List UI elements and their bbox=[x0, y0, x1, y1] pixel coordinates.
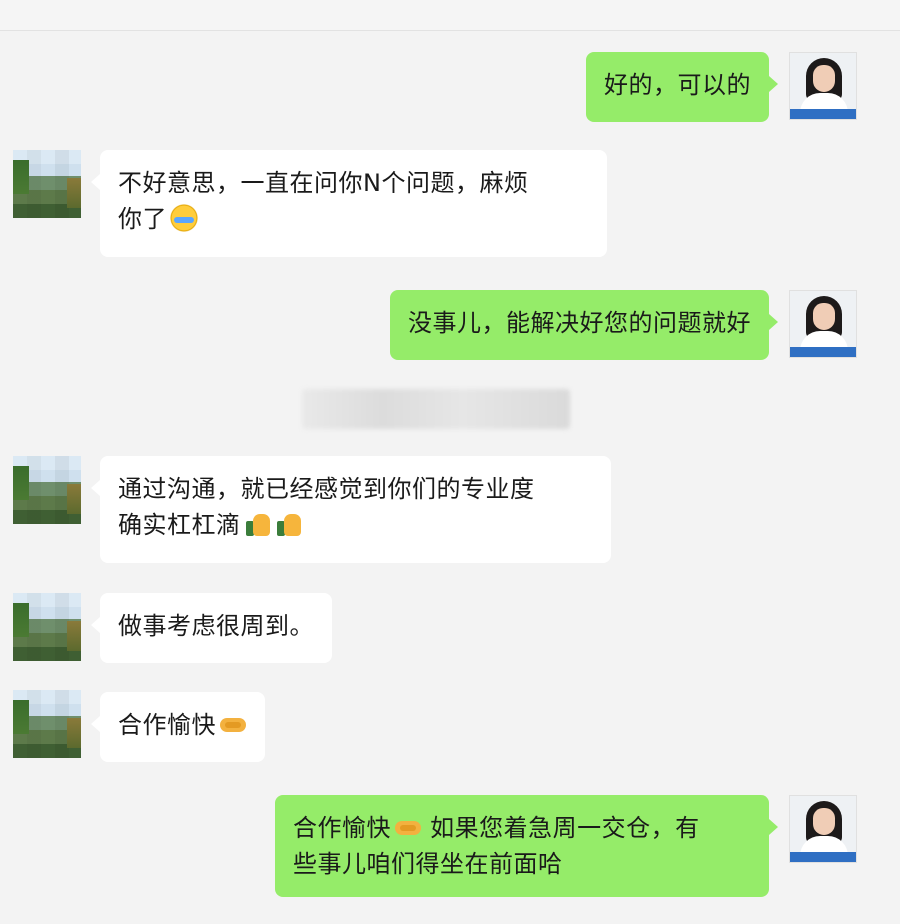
message-text: 好的，可以的 bbox=[604, 71, 751, 99]
message-bubble-incoming[interactable]: 合作愉快 bbox=[91, 692, 265, 762]
message-text-line: 些事儿咱们得坐在前面哈 bbox=[293, 850, 563, 878]
message-text: 没事儿，能解决好您的问题就好 bbox=[408, 309, 751, 337]
top-divider bbox=[0, 30, 900, 31]
message-text: 合作愉快 bbox=[118, 711, 216, 739]
thumbs-up-icon bbox=[275, 510, 303, 538]
handshake-icon bbox=[394, 813, 422, 841]
message-bubble-outgoing[interactable]: 好的，可以的 bbox=[586, 52, 778, 122]
message-bubble-incoming[interactable]: 通过沟通，就已经感觉到你们的专业度 确实杠杠滴 bbox=[91, 456, 611, 563]
my-avatar[interactable] bbox=[789, 52, 857, 120]
message-text-line: 通过沟通，就已经感觉到你们的专业度 bbox=[118, 475, 535, 503]
message-bubble-outgoing[interactable]: 没事儿，能解决好您的问题就好 bbox=[390, 290, 778, 360]
message-text: 做事考虑很周到。 bbox=[118, 612, 314, 640]
message-text-line: 不好意思，一直在问你N个问题，麻烦 bbox=[118, 169, 529, 197]
message-bubble-incoming[interactable]: 不好意思，一直在问你N个问题，麻烦 你了 bbox=[91, 150, 607, 257]
message-bubble-incoming[interactable]: 做事考虑很周到。 bbox=[91, 593, 332, 663]
my-avatar[interactable] bbox=[789, 795, 857, 863]
message-text-line: 合作愉快 bbox=[293, 814, 391, 842]
thumbs-up-icon bbox=[244, 510, 272, 538]
message-text-line: 如果您着急周一交仓，有 bbox=[430, 814, 700, 842]
contact-avatar[interactable] bbox=[13, 593, 81, 661]
message-text-line: 确实杠杠滴 bbox=[118, 511, 241, 539]
handshake-icon bbox=[219, 710, 247, 738]
contact-avatar[interactable] bbox=[13, 150, 81, 218]
crying-laughing-icon bbox=[170, 204, 198, 232]
message-bubble-outgoing[interactable]: 合作愉快 如果您着急周一交仓，有 些事儿咱们得坐在前面哈 bbox=[275, 795, 778, 897]
my-avatar[interactable] bbox=[789, 290, 857, 358]
chat-top-bar bbox=[0, 0, 900, 30]
contact-avatar[interactable] bbox=[13, 456, 81, 524]
message-text-line: 你了 bbox=[118, 205, 167, 233]
contact-avatar[interactable] bbox=[13, 690, 81, 758]
blurred-timestamp bbox=[302, 389, 570, 429]
